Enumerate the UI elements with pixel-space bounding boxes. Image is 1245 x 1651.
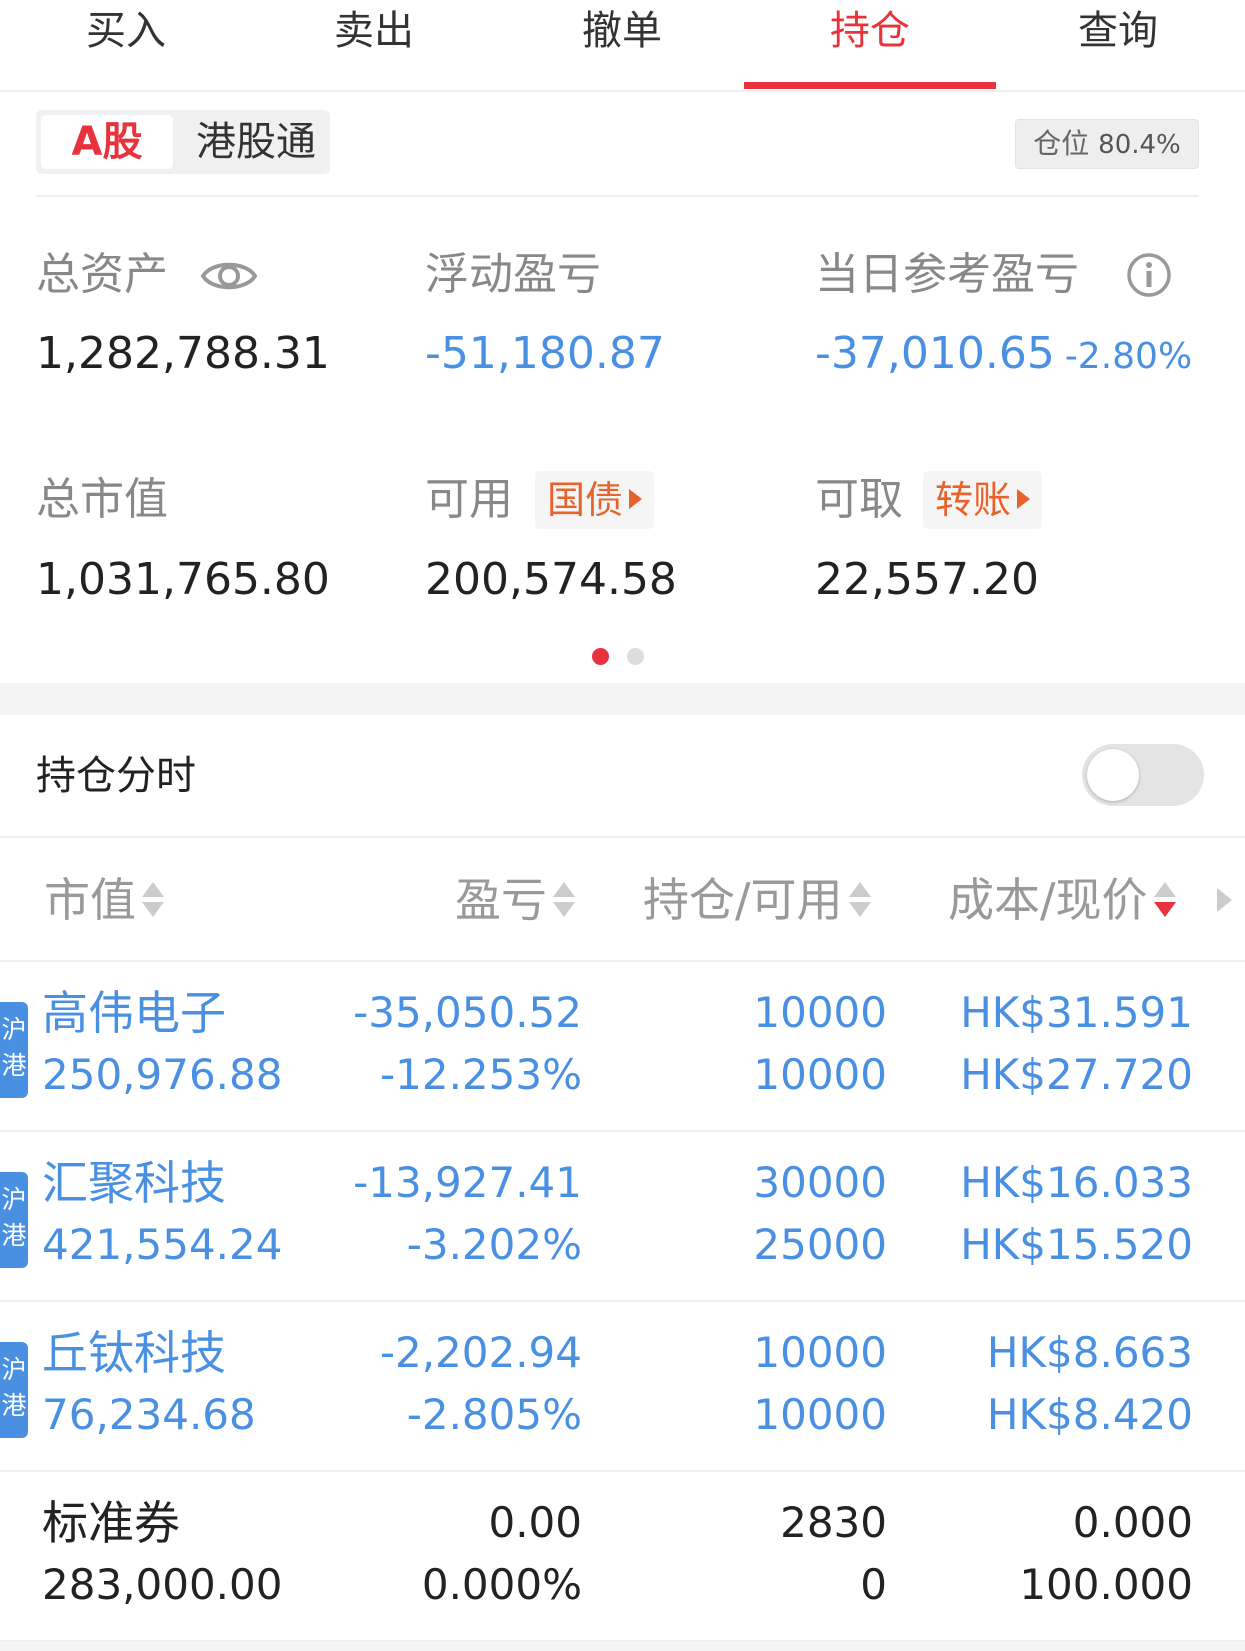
stock-pl: -13,927.41 [353, 1158, 582, 1207]
stock-market-value: 250,976.88 [42, 1050, 283, 1099]
tab-sell[interactable]: 卖出 [248, 0, 500, 90]
page-indicator-active[interactable] [592, 648, 609, 665]
today-pl-value-group: -37,010.65 -2.80% [815, 324, 1192, 387]
stock-price: HK$15.520 [960, 1220, 1193, 1269]
stock-pl-percent: -12.253% [379, 1050, 582, 1099]
column-market-value-label: 市值 [44, 873, 136, 927]
stock-position: 2830 [780, 1498, 887, 1547]
stock-available: 0 [860, 1560, 887, 1609]
column-position-available-label: 持仓/可用 [643, 873, 843, 927]
stock-pl-percent: -3.202% [406, 1220, 582, 1269]
section-gap [0, 1641, 1245, 1651]
table-row[interactable]: 沪港 丘钛科技 76,234.68 -2,202.94 -2.805% 1000… [0, 1302, 1245, 1472]
tab-query[interactable]: 查询 [992, 0, 1244, 90]
tab-cancel[interactable]: 撤单 [496, 0, 748, 90]
holdings-timeshare-label: 持仓分时 [36, 753, 196, 799]
stock-price: HK$8.420 [986, 1390, 1193, 1439]
stock-name: 标准券 [42, 1496, 180, 1550]
treasury-bond-button[interactable]: 国债 [535, 471, 655, 529]
market-value-value: 1,031,765.80 [36, 554, 330, 605]
caret-right-icon [1017, 488, 1031, 509]
stock-available: 10000 [753, 1390, 887, 1439]
column-position-available[interactable]: 持仓/可用 [643, 870, 871, 930]
transfer-label: 转账 [935, 478, 1012, 522]
column-pl[interactable]: 盈亏 [455, 870, 575, 930]
more-columns-arrow-icon[interactable] [1217, 888, 1232, 912]
withdrawable-value: 22,557.20 [815, 554, 1039, 605]
today-pl-percent: -2.80% [1064, 336, 1193, 377]
sort-icon [848, 878, 871, 922]
page-indicator[interactable] [627, 648, 644, 665]
table-row[interactable]: 沪港 高伟电子 250,976.88 -35,050.52 -12.253% 1… [0, 962, 1245, 1132]
stock-available: 10000 [753, 1050, 887, 1099]
stock-cost: HK$31.591 [960, 988, 1193, 1037]
today-pl-value: -37,010.65 [815, 328, 1055, 379]
stock-name: 汇聚科技 [42, 1156, 226, 1210]
stock-available: 25000 [753, 1220, 887, 1269]
hk-connect-tag: 沪港 [0, 1002, 28, 1098]
active-tab-indicator [744, 82, 996, 89]
transfer-button[interactable]: 转账 [923, 471, 1043, 529]
available-value: 200,574.58 [425, 554, 677, 605]
holdings-timeshare-toggle[interactable] [1082, 744, 1204, 806]
divider [0, 836, 1245, 838]
table-row[interactable]: 标准券 283,000.00 0.00 0.000% 2830 0 0.000 … [0, 1472, 1245, 1642]
floating-pl-value: -51,180.87 [425, 328, 665, 379]
stock-position: 30000 [753, 1158, 887, 1207]
stock-position: 10000 [753, 1328, 887, 1377]
sort-desc-icon [1153, 878, 1176, 922]
withdrawable-label: 可取 [815, 474, 903, 525]
sort-icon [553, 878, 575, 922]
stock-name: 丘钛科技 [42, 1326, 226, 1380]
today-pl-label: 当日参考盈亏 [815, 249, 1079, 300]
toggle-knob [1087, 749, 1139, 801]
available-label: 可用 [425, 474, 513, 525]
stock-cost: HK$8.663 [986, 1328, 1193, 1377]
total-assets-label: 总资产 [36, 249, 168, 300]
stock-price: 100.000 [1019, 1560, 1193, 1609]
market-switch: A股 港股通 [36, 110, 330, 174]
column-pl-label: 盈亏 [455, 873, 547, 927]
trade-tabs: 买入 卖出 撤单 持仓 查询 [0, 0, 1245, 92]
eye-icon[interactable] [200, 252, 258, 300]
stock-cost: 0.000 [1072, 1498, 1193, 1547]
table-row[interactable]: 沪港 汇聚科技 421,554.24 -13,927.41 -3.202% 30… [0, 1132, 1245, 1302]
stock-pl-percent: -2.805% [406, 1390, 582, 1439]
position-ratio-badge: 仓位 80.4% [1015, 119, 1199, 169]
holdings-page: 买入 卖出 撤单 持仓 查询 A股 港股通 仓位 80.4% 总资产 1,282… [0, 0, 1245, 1651]
column-cost-price[interactable]: 成本/现价 [948, 870, 1176, 930]
treasury-bond-label: 国债 [547, 478, 624, 522]
position-ratio-value: 80.4% [1098, 130, 1181, 160]
stock-pl: 0.00 [488, 1498, 582, 1547]
stock-cost: HK$16.033 [960, 1158, 1193, 1207]
hk-connect-tag: 沪港 [0, 1342, 28, 1438]
position-ratio-label: 仓位 [1033, 127, 1090, 160]
total-assets-value: 1,282,788.31 [36, 328, 330, 379]
stock-position: 10000 [753, 988, 887, 1037]
divider [36, 195, 1199, 197]
section-gap [0, 683, 1245, 715]
tab-holdings[interactable]: 持仓 [744, 0, 996, 90]
stock-market-value: 421,554.24 [42, 1220, 283, 1269]
floating-pl-label: 浮动盈亏 [425, 249, 601, 300]
column-market-value[interactable]: 市值 [44, 870, 164, 930]
column-cost-price-label: 成本/现价 [948, 873, 1148, 927]
market-value-label: 总市值 [36, 474, 168, 525]
stock-market-value: 76,234.68 [42, 1390, 256, 1439]
stock-pl: -2,202.94 [379, 1328, 582, 1377]
stock-price: HK$27.720 [960, 1050, 1193, 1099]
stock-market-value: 283,000.00 [42, 1560, 283, 1609]
market-hk-connect-button[interactable]: 港股通 [186, 115, 326, 169]
sort-icon [142, 878, 164, 922]
stock-pl-percent: 0.000% [421, 1560, 582, 1609]
stock-pl: -35,050.52 [353, 988, 582, 1037]
hk-connect-tag: 沪港 [0, 1172, 28, 1268]
info-icon[interactable] [1125, 251, 1173, 299]
caret-right-icon [629, 488, 643, 509]
market-a-share-button[interactable]: A股 [41, 115, 173, 169]
stock-name: 高伟电子 [42, 986, 226, 1040]
tab-buy[interactable]: 买入 [0, 0, 252, 90]
